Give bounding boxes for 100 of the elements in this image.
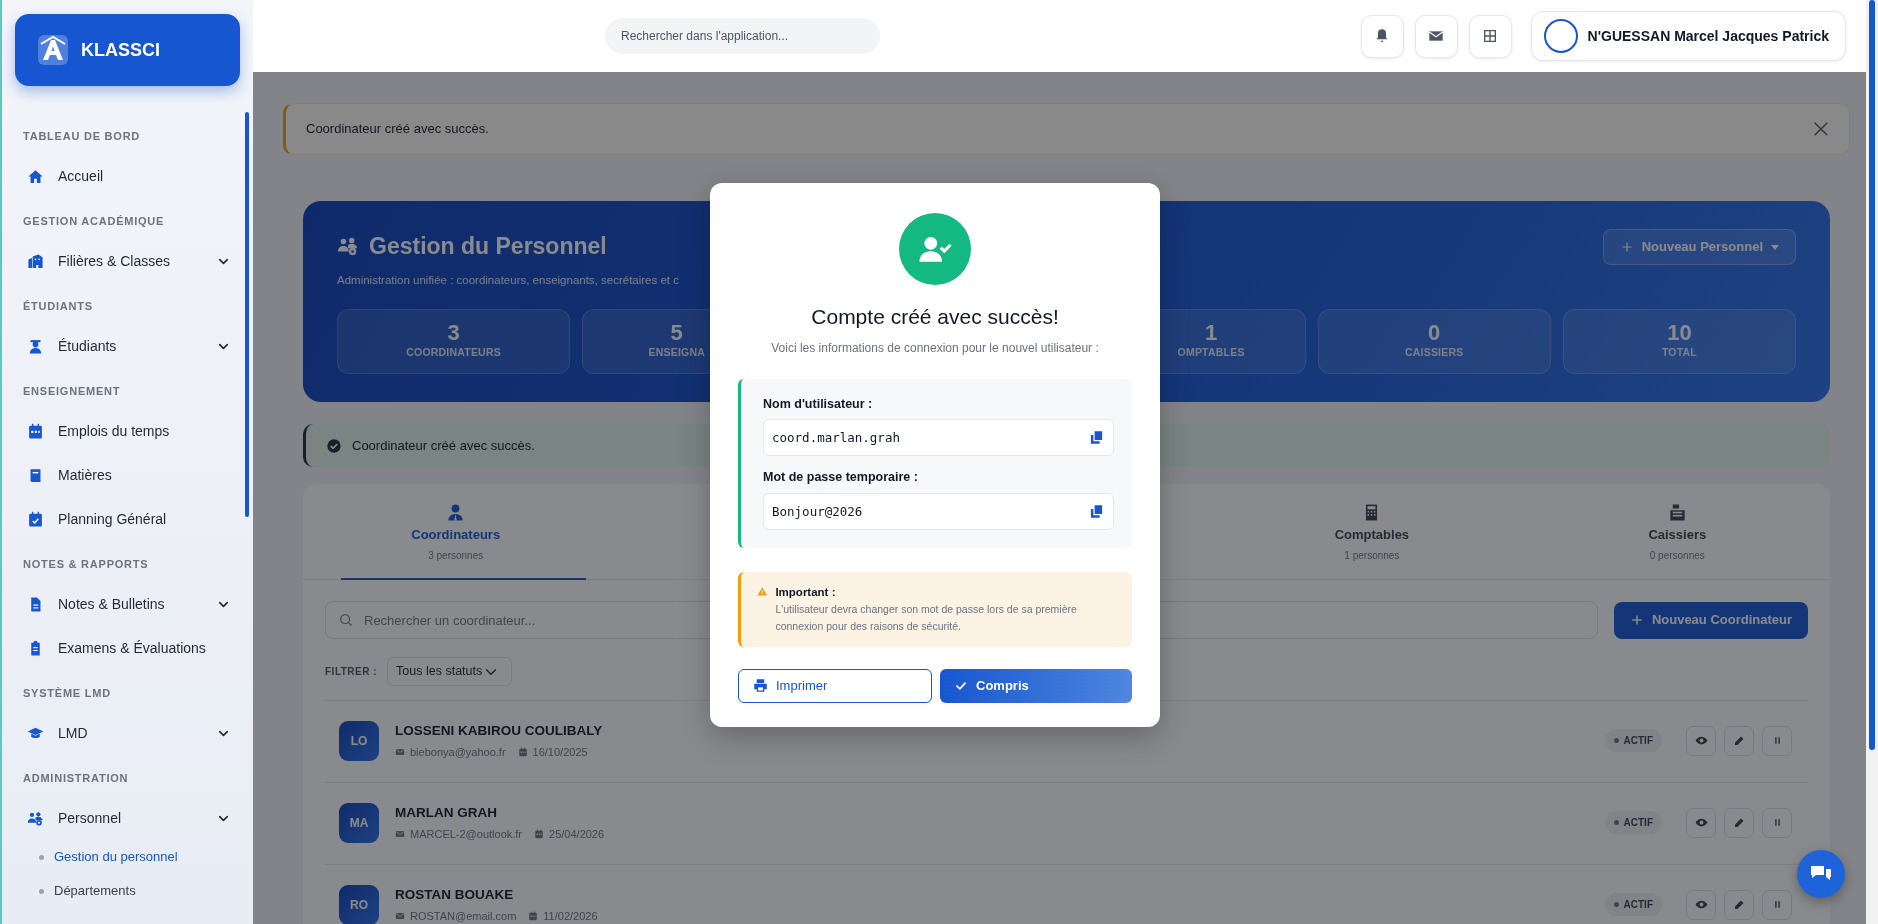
eye-icon	[1694, 898, 1708, 911]
staff-date: 25/04/2026	[549, 826, 605, 842]
print-button[interactable]: Imprimer	[738, 668, 932, 703]
eye-icon	[1694, 816, 1708, 829]
building-icon	[27, 252, 44, 270]
calendar-check-icon	[27, 510, 44, 528]
confirm-button[interactable]: Compris	[940, 668, 1132, 703]
modal-title: Compte créé avec succès!	[811, 304, 1059, 330]
sidebar-item[interactable]: Personnel	[23, 796, 237, 840]
tab[interactable]: Caissiers 0 personnes	[1524, 484, 1830, 579]
field-label: Mot de passe temporaire :	[763, 469, 919, 487]
sidebar-section-title: ADMINISTRATION	[23, 771, 130, 786]
initials-avatar: MA	[339, 802, 379, 843]
staff-name: MARLAN GRAH	[395, 803, 498, 822]
stat-value: 1	[1204, 321, 1218, 346]
view-button[interactable]	[1686, 889, 1716, 920]
sidebar-section-title: ENSEIGNEMENT	[23, 384, 122, 399]
caret-icon	[1771, 244, 1779, 250]
sidebar-section-title: SYSTÈME LMD	[23, 686, 112, 701]
staff-date: 16/10/2025	[532, 744, 588, 760]
stat-value: 0	[1428, 321, 1441, 346]
copy-icon	[1089, 504, 1104, 519]
brand-logo-card[interactable]: KLASSCI	[15, 14, 240, 86]
view-button[interactable]	[1686, 807, 1716, 838]
pause-button[interactable]	[1762, 725, 1792, 756]
messages-button[interactable]	[1414, 14, 1458, 58]
calendar-icon	[27, 422, 44, 440]
sidebar-section-title: ÉTUDIANTS	[23, 299, 94, 314]
printer-icon	[753, 678, 768, 694]
stat-value: 10	[1667, 321, 1692, 346]
apps-button[interactable]	[1468, 14, 1512, 58]
eye-icon	[1694, 734, 1708, 747]
tab[interactable]: Comptables 1 personnes	[1219, 484, 1525, 579]
edit-button[interactable]	[1724, 807, 1754, 838]
scrollbar-thumb[interactable]	[1869, 0, 1875, 750]
search-field[interactable]: Rechercher dans l'application...	[605, 18, 880, 54]
calendar-icon	[534, 829, 545, 840]
logo-icon	[37, 34, 69, 66]
sidebar-section-title: TABLEAU DE BORD	[23, 129, 142, 144]
stat-label: TOTAL	[1661, 345, 1697, 361]
sidebar-item[interactable]: Examens & Évaluations	[23, 626, 237, 670]
stat-label: ENSEIGNA	[648, 345, 705, 361]
sidebar-item[interactable]: LMD	[23, 711, 237, 755]
sidebar-section-title: NOTES & RAPPORTS	[23, 557, 150, 572]
users-gear-icon	[27, 809, 44, 827]
brand-name: KLASSCI	[81, 38, 160, 62]
sidebar-item[interactable]: Étudiants	[23, 324, 237, 368]
scrollbar-thumb[interactable]	[245, 112, 249, 517]
grid-icon	[1482, 28, 1499, 44]
pause-button[interactable]	[1762, 889, 1792, 920]
copy-button[interactable]	[1089, 504, 1104, 519]
pencil-icon	[1733, 734, 1745, 747]
edit-button[interactable]	[1724, 889, 1754, 920]
sidebar-item[interactable]: Matières	[23, 453, 237, 497]
sidebar-item[interactable]: Emplois du temps	[23, 409, 237, 453]
staff-email: biebonya@yahoo.fr	[410, 744, 506, 760]
initials-avatar: RO	[339, 884, 379, 924]
copy-button[interactable]	[1089, 430, 1104, 446]
warning-text: L'utilisateur devra changer son mot de passe lors de sa première connexion pour des raisons de sécurité.	[775, 602, 1078, 635]
sidebar-subitem[interactable]: Départements	[23, 874, 142, 908]
sidebar-subitem[interactable]: Gestion du personnel	[23, 840, 184, 874]
sidebar-item[interactable]: Filières & Classes	[23, 239, 237, 283]
chat-button[interactable]	[1797, 850, 1845, 898]
calendar-icon	[517, 747, 528, 758]
status-badge: ACTIF	[1604, 729, 1662, 752]
staff-name: ROSTAN BOUAKE	[395, 885, 515, 904]
stat-label: COORDINATEURS	[406, 345, 501, 361]
initials-avatar: LO	[339, 720, 379, 761]
check-circle-icon	[326, 437, 342, 454]
envelope-icon	[1428, 28, 1445, 44]
pause-button[interactable]	[1762, 807, 1792, 838]
edit-button[interactable]	[1724, 725, 1754, 756]
sidebar-item[interactable]: Accueil	[23, 154, 237, 198]
page-subtitle: Administration unifiée : coordinateurs, enseignants, secrétaires et c	[337, 272, 679, 288]
user-menu-button[interactable]: N'GUESSAN Marcel Jacques Patrick	[1530, 11, 1846, 61]
copy-icon	[1089, 430, 1104, 446]
alert-text: Coordinateur créé avec succès.	[306, 120, 489, 139]
sidebar-item[interactable]: Planning Général	[23, 497, 237, 541]
filter-label: FILTRER :	[325, 665, 378, 679]
cash-register-icon	[1667, 503, 1687, 523]
home-icon	[27, 167, 44, 185]
input-field[interactable]: coord.marlan.grah	[763, 419, 1114, 457]
stat-label: CAISSIERS	[1405, 345, 1464, 361]
avatar-circle	[1543, 19, 1578, 53]
sidebar-item[interactable]: Notes & Bulletins	[23, 582, 237, 626]
warning-title: Important :	[775, 585, 837, 600]
envelope-icon	[395, 829, 405, 840]
plus-icon	[1619, 240, 1634, 254]
notifications-button[interactable]	[1360, 14, 1404, 58]
status-dropdown[interactable]: Tous les statuts	[387, 657, 513, 686]
staff-email: ROSTAN@email.com	[410, 908, 517, 924]
stat-label: OMPTABLES	[1177, 345, 1245, 361]
plus-icon	[1629, 613, 1644, 627]
pencil-icon	[1733, 816, 1745, 829]
field-label: Nom d'utilisateur :	[763, 395, 874, 413]
input-field[interactable]: Bonjour@2026	[763, 493, 1114, 530]
staff-date: 11/02/2026	[543, 908, 598, 924]
envelope-icon	[395, 747, 405, 758]
status-badge: ACTIF	[1604, 893, 1662, 916]
view-button[interactable]	[1686, 725, 1716, 756]
